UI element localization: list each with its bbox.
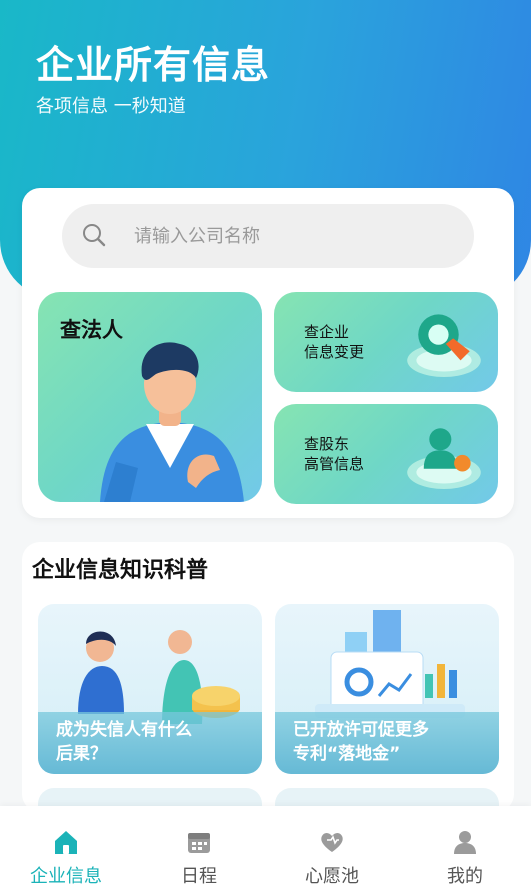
article-title-line1: 已开放许可促更多: [293, 720, 429, 740]
article-caption: 成为失信人有什么 后果？: [38, 712, 262, 774]
person-3d-icon: [407, 428, 481, 489]
company-change-tile[interactable]: 查企业 信息变更: [274, 292, 498, 392]
tab-label: 心愿池: [305, 866, 359, 887]
article-card[interactable]: 成为失信人有什么 后果？: [38, 604, 262, 774]
article-card[interactable]: 已开放许可促更多 专利“落地金”: [275, 604, 499, 774]
tab-label: 企业信息: [30, 866, 102, 887]
shareholder-label-2: 高管信息: [304, 455, 365, 473]
search-bar[interactable]: [62, 204, 474, 268]
search-3d-icon: [407, 314, 481, 377]
search-icon: [83, 224, 106, 247]
building-icon: [55, 831, 77, 854]
tab-schedule[interactable]: 日程: [133, 806, 265, 891]
section-title: 企业信息知识科普: [32, 558, 209, 583]
calendar-icon: [188, 833, 210, 853]
heart-icon: [321, 833, 343, 852]
article-title-line2: 专利“落地金”: [293, 744, 401, 764]
company-change-label-2: 信息变更: [304, 343, 365, 361]
shareholder-label-1: 查股东: [304, 435, 350, 453]
page-subtitle: 各项信息 一秒知道: [36, 96, 186, 117]
tab-wishlist[interactable]: 心愿池: [266, 806, 398, 891]
article-title-line2: 后果？: [56, 744, 107, 764]
tab-company-info[interactable]: 企业信息: [0, 806, 132, 891]
article-caption: 已开放许可促更多 专利“落地金”: [275, 712, 499, 774]
tab-label: 日程: [181, 866, 217, 887]
query-card: 查法人 查企业 信息变更 查股东 高管信息: [22, 188, 514, 518]
bottom-tab-bar: 企业信息 日程 心愿池 我的: [0, 806, 531, 891]
article-title-line1: 成为失信人有什么: [56, 720, 192, 740]
user-icon: [454, 831, 476, 854]
tab-label: 我的: [447, 866, 483, 887]
legal-person-tile[interactable]: 查法人: [38, 292, 262, 502]
tab-mine[interactable]: 我的: [399, 806, 531, 891]
page-title: 企业所有信息: [36, 43, 271, 87]
search-input[interactable]: [132, 220, 456, 252]
businessman-illustration: [100, 342, 244, 502]
shareholder-tile[interactable]: 查股东 高管信息: [274, 404, 498, 504]
company-change-label-1: 查企业: [304, 323, 350, 341]
knowledge-section: 企业信息知识科普 成为失信人有什么 后果？ 已开放许可促更多 专利“落地金”: [22, 542, 514, 812]
